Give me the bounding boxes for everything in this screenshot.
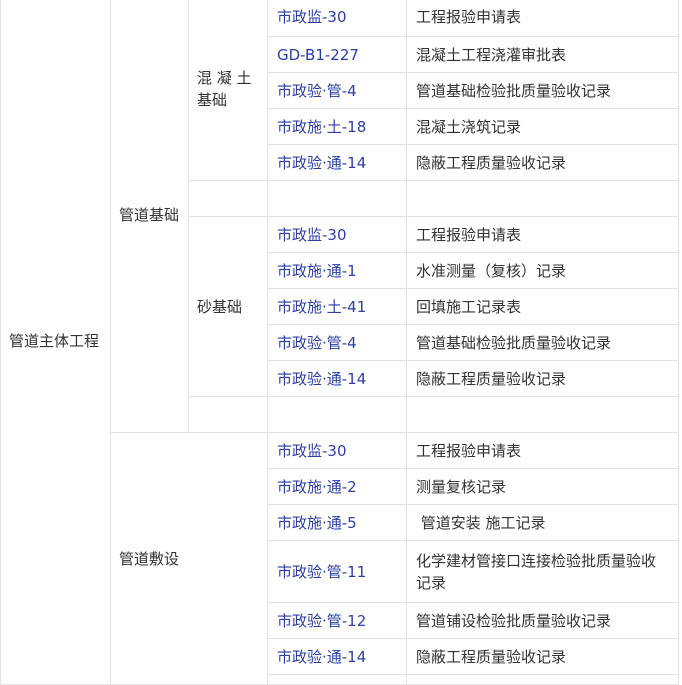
- form-name: 化学建材管接口连接检验批质量验收记录: [406, 540, 679, 603]
- form-name: 隐蔽工程质量验收记录: [406, 360, 679, 397]
- form-code: 市政监-30: [267, 0, 407, 37]
- form-name: 水准测量（复核）记录: [406, 252, 679, 289]
- form-code: GD-B1-227: [267, 36, 407, 73]
- form-code: 市政监-30: [267, 432, 407, 469]
- blank-cell: [406, 396, 679, 433]
- subgroup-label: 砂基础: [197, 297, 243, 316]
- main-category-label: 管道主体工程: [9, 331, 100, 350]
- form-name: 测量复核记录: [406, 468, 679, 505]
- form-name: 隐蔽工程质量验收记录: [406, 638, 679, 675]
- form-name: 隐蔽工程质量验收记录: [406, 144, 679, 181]
- form-name: 混凝土工程浇灌审批表: [406, 36, 679, 73]
- form-code: 市政监-30: [267, 216, 407, 253]
- table-row: 管道主体工程 管道基础 混 凝 土 基础 市政监-30 工程报验申请表: [0, 0, 679, 685]
- form-code: 市政施·土-18: [267, 108, 407, 145]
- form-code: 市政施·土-41: [267, 288, 407, 325]
- form-name: 管道基础检验批质量验收记录: [406, 72, 679, 109]
- inspection-records-table: 管道主体工程 管道基础 混 凝 土 基础 市政监-30 工程报验申请表 GD-B…: [0, 0, 679, 685]
- blank-cell: [267, 396, 407, 433]
- blank-cell: [188, 396, 268, 433]
- blank-cell: [406, 674, 679, 685]
- form-name: 工程报验申请表: [406, 216, 679, 253]
- blank-cell: [267, 180, 407, 217]
- form-name: 管道铺设检验批质量验收记录: [406, 602, 679, 639]
- form-code: 市政施·通-5: [267, 504, 407, 541]
- main-category-cell: 管道主体工程: [0, 0, 111, 685]
- form-name: 回填施工记录表: [406, 288, 679, 325]
- form-name: 管道安装 施工记录: [406, 504, 679, 541]
- form-code: 市政验·通-14: [267, 144, 407, 181]
- form-name: 工程报验申请表: [406, 0, 679, 37]
- section-cell: 管道基础: [110, 0, 189, 433]
- form-code: 市政施·通-2: [267, 468, 407, 505]
- subgroup-cell: 混 凝 土 基础: [188, 0, 268, 181]
- form-code: 市政验·管-12: [267, 602, 407, 639]
- subgroup-label: 混 凝 土 基础: [197, 68, 252, 109]
- form-code: 市政验·通-14: [267, 360, 407, 397]
- section-label: 管道敷设: [119, 549, 180, 568]
- form-code: 市政验·管-11: [267, 540, 407, 603]
- form-name: 工程报验申请表: [406, 432, 679, 469]
- subgroup-cell: 砂基础: [188, 216, 268, 397]
- form-name: 混凝土浇筑记录: [406, 108, 679, 145]
- form-code: 市政验·管-4: [267, 72, 407, 109]
- blank-cell: [267, 674, 407, 685]
- form-code: 市政施·通-1: [267, 252, 407, 289]
- blank-cell: [406, 180, 679, 217]
- form-code: 市政验·通-14: [267, 638, 407, 675]
- blank-cell: [188, 180, 268, 217]
- form-code: 市政验·管-4: [267, 324, 407, 361]
- form-name: 管道基础检验批质量验收记录: [406, 324, 679, 361]
- section-cell: 管道敷设: [110, 432, 268, 685]
- section-label: 管道基础: [119, 205, 180, 224]
